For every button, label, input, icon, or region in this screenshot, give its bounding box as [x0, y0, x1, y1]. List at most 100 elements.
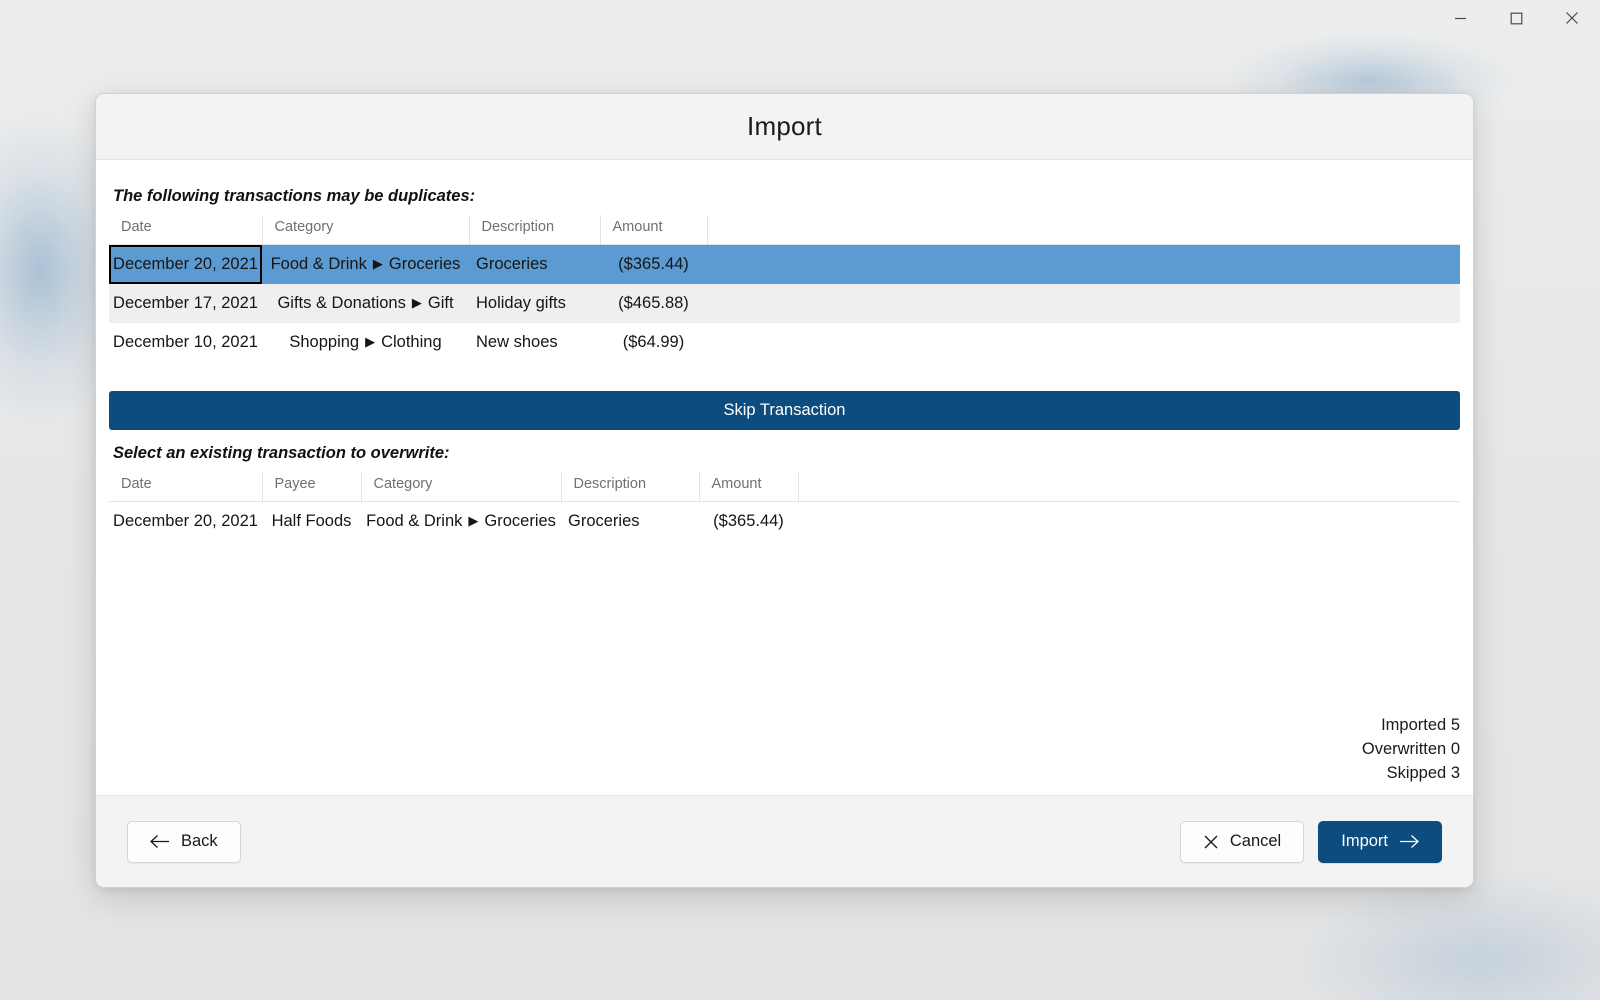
import-button-label: Import [1341, 832, 1388, 850]
page-title: Import [747, 111, 822, 141]
description-value: Groceries [568, 512, 640, 530]
overwrite-heading: Select an existing transaction to overwr… [113, 444, 450, 462]
maximize-button[interactable] [1488, 0, 1544, 36]
counter-overwritten-value: 0 [1450, 740, 1460, 758]
amount-value: ($465.88) [618, 294, 689, 312]
duplicate-transactions-table: Date Category Description Amount Decembe… [109, 215, 1460, 362]
cell-description[interactable]: Holiday gifts [469, 284, 600, 323]
dialog-header: Import [96, 94, 1473, 160]
column-header-payee[interactable]: Payee [262, 472, 362, 502]
close-button[interactable] [1544, 0, 1600, 36]
cell-category[interactable]: Shopping ▶ Clothing [262, 323, 469, 362]
amount-value: ($365.44) [713, 512, 784, 530]
table-header-row: Date Payee Category Description Amount [109, 472, 1460, 502]
description-value: New shoes [476, 333, 558, 351]
date-value: December 10, 2021 [113, 333, 258, 351]
close-x-icon [1203, 834, 1219, 850]
counter-skipped-label: Skipped [1386, 764, 1447, 782]
window-titlebar [0, 0, 1600, 46]
category-child: Groceries [484, 512, 556, 530]
footer-actions: Cancel Import [1179, 820, 1442, 863]
counter-imported-value: 5 [1450, 716, 1460, 734]
import-dialog: Import The following transactions may be… [95, 93, 1474, 888]
category-parent: Gifts & Donations [277, 294, 406, 312]
column-header-date[interactable]: Date [109, 472, 263, 502]
dialog-body: The following transactions may be duplic… [96, 160, 1473, 795]
category-parent: Food & Drink [270, 255, 367, 273]
column-header-spacer [707, 215, 1460, 245]
cell-amount[interactable]: ($64.99) [600, 323, 707, 362]
amount-value: ($64.99) [622, 333, 685, 351]
column-header-date[interactable]: Date [109, 215, 263, 245]
import-counters: Imported 5 Overwritten 0 Skipped 3 [1362, 713, 1460, 785]
arrow-left-icon [150, 834, 170, 849]
column-header-amount[interactable]: Amount [699, 472, 799, 502]
cell-amount[interactable]: ($365.44) [699, 502, 798, 542]
duplicates-heading: The following transactions may be duplic… [113, 187, 476, 205]
counter-imported: Imported 5 [1362, 713, 1460, 737]
table-row[interactable]: December 17, 2021 Gifts & Donations ▶ Gi… [109, 284, 1460, 323]
cell-category[interactable]: Food & Drink ▶ Groceries [262, 245, 469, 285]
minimize-button[interactable] [1432, 0, 1488, 36]
table-header-row: Date Category Description Amount [109, 215, 1460, 245]
cancel-button[interactable]: Cancel [1179, 820, 1305, 863]
date-value: December 17, 2021 [113, 294, 258, 312]
back-button[interactable]: Back [127, 820, 241, 863]
date-value: December 20, 2021 [113, 512, 258, 530]
payee-value: Half Foods [271, 512, 352, 530]
cell-date[interactable]: December 17, 2021 [109, 284, 262, 323]
arrow-right-icon [1399, 834, 1419, 849]
cell-description[interactable]: New shoes [469, 323, 600, 362]
column-header-description[interactable]: Description [469, 215, 601, 245]
import-button[interactable]: Import [1318, 820, 1442, 863]
column-header-amount[interactable]: Amount [600, 215, 708, 245]
category-child: Groceries [388, 255, 461, 273]
category-value: Food & Drink ▶ Groceries [262, 245, 469, 284]
chevron-right-icon: ▶ [365, 334, 376, 349]
table-row[interactable]: December 20, 2021 Half Foods Food & Drin… [109, 502, 1460, 542]
cell-date[interactable]: December 20, 2021 [109, 502, 262, 542]
cancel-button-label: Cancel [1229, 832, 1282, 850]
existing-transactions-table: Date Payee Category Description Amount D… [109, 472, 1460, 541]
cell-amount[interactable]: ($365.44) [600, 245, 707, 285]
chevron-right-icon: ▶ [468, 513, 479, 528]
category-parent: Shopping [289, 333, 360, 351]
table-row[interactable]: December 20, 2021 Food & Drink ▶ Groceri… [109, 244, 1460, 285]
cell-spacer [707, 284, 1460, 323]
table-row[interactable]: December 10, 2021 Shopping ▶ Clothing Ne… [109, 323, 1460, 362]
cell-date[interactable]: December 20, 2021 [109, 245, 262, 284]
cell-description[interactable]: Groceries [561, 502, 699, 542]
column-header-category[interactable]: Category [361, 472, 562, 502]
amount-value: ($365.44) [618, 255, 689, 273]
category-value: Gifts & Donations ▶ Gift [262, 284, 469, 323]
column-header-spacer [798, 472, 1460, 502]
cell-category[interactable]: Gifts & Donations ▶ Gift [262, 284, 469, 323]
dialog-footer: Back Cancel Import [96, 795, 1473, 887]
skip-transaction-button[interactable]: Skip Transaction [109, 391, 1460, 430]
cell-date[interactable]: December 10, 2021 [109, 323, 262, 362]
category-child: Gift [427, 294, 454, 312]
column-header-description[interactable]: Description [561, 472, 700, 502]
back-button-label: Back [181, 832, 218, 850]
counter-overwritten: Overwritten 0 [1362, 737, 1460, 761]
column-header-category[interactable]: Category [262, 215, 470, 245]
cell-payee[interactable]: Half Foods [262, 502, 361, 542]
description-value: Holiday gifts [476, 294, 566, 312]
chevron-right-icon: ▶ [372, 256, 383, 271]
cell-spacer [707, 323, 1460, 362]
date-value: December 20, 2021 [109, 245, 262, 284]
category-child: Clothing [381, 333, 442, 351]
cell-description[interactable]: Groceries [469, 245, 600, 285]
cell-spacer [798, 502, 1460, 542]
chevron-right-icon: ▶ [411, 295, 422, 310]
category-value: Shopping ▶ Clothing [262, 323, 469, 362]
counter-overwritten-label: Overwritten [1361, 740, 1447, 758]
cell-spacer [707, 245, 1460, 285]
counter-skipped-value: 3 [1450, 764, 1460, 782]
cell-category[interactable]: Food & Drink ▶ Groceries [361, 502, 561, 542]
category-parent: Food & Drink [366, 512, 463, 530]
counter-skipped: Skipped 3 [1362, 761, 1460, 785]
cell-amount[interactable]: ($465.88) [600, 284, 707, 323]
category-value: Food & Drink ▶ Groceries [361, 502, 561, 541]
description-value: Groceries [476, 255, 548, 273]
